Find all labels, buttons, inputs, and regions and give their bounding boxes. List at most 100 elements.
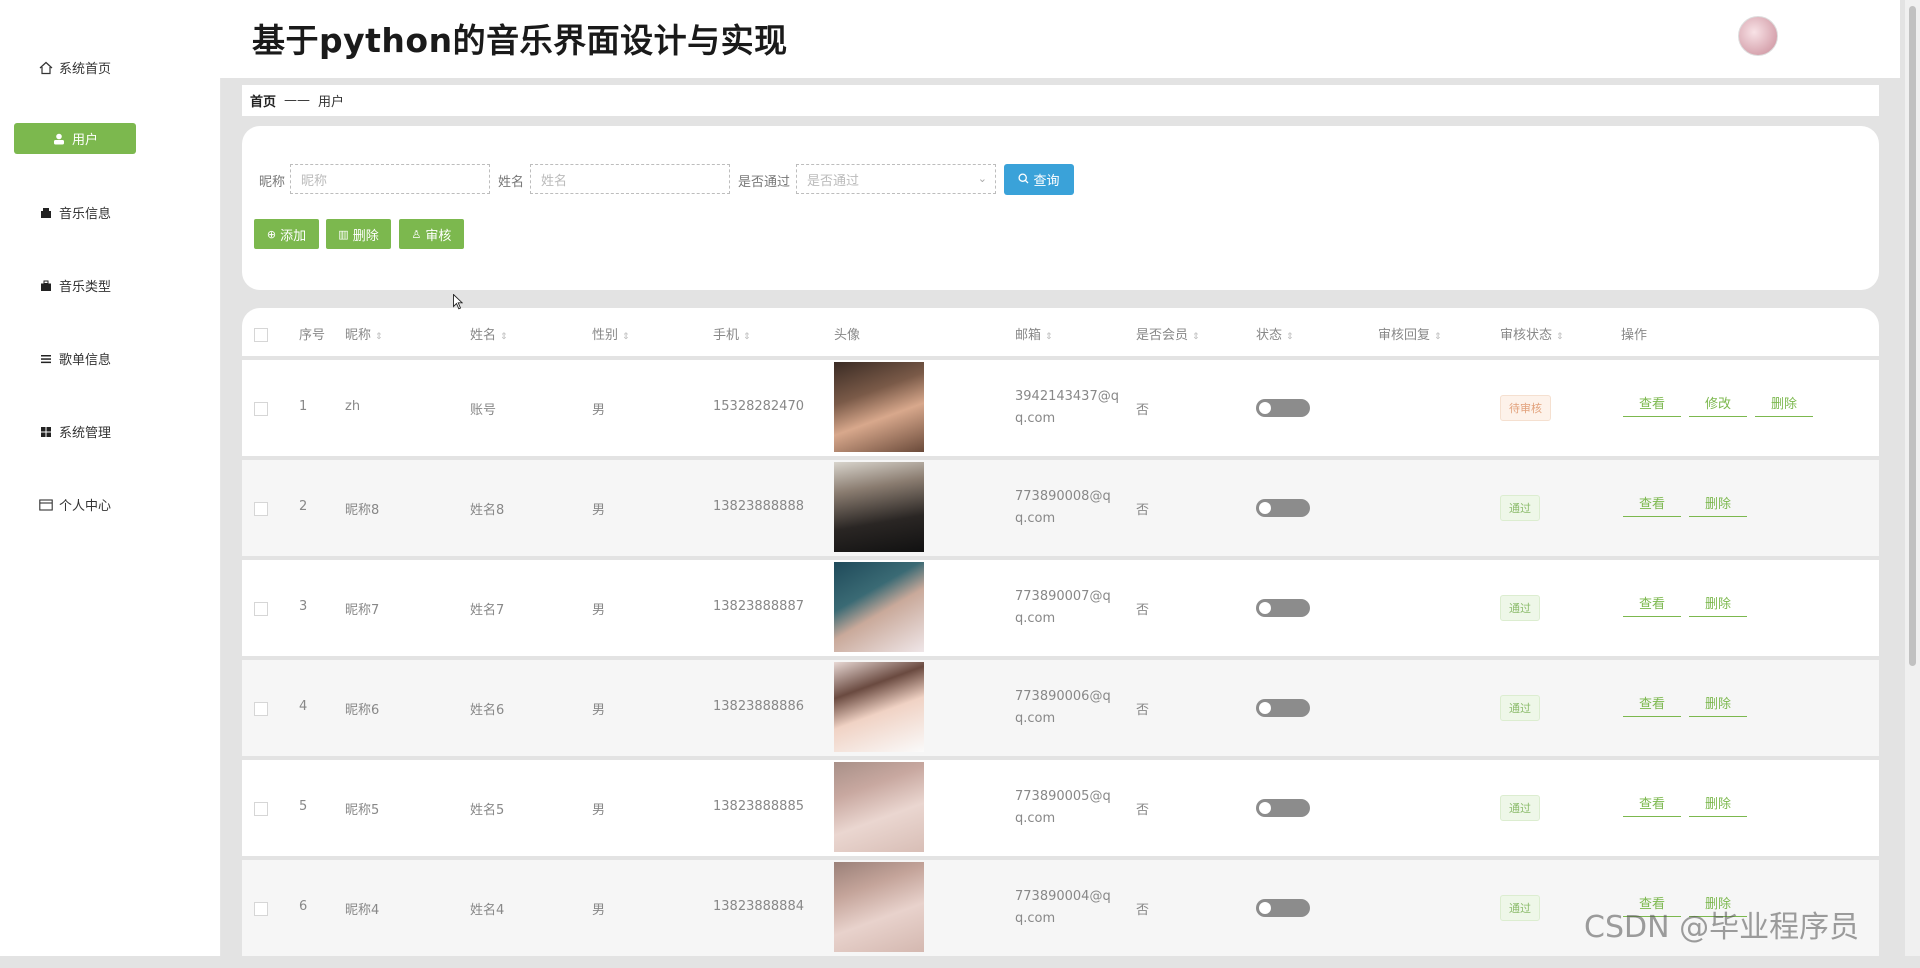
cell-email: 773890006@qq.com	[1015, 689, 1111, 726]
passed-select[interactable]: 是否通过 ⌄	[796, 164, 996, 194]
add-button[interactable]: ⊕ 添加	[254, 219, 319, 249]
col-status[interactable]: 状态 ⇕	[1256, 324, 1294, 343]
view-button[interactable]: 查看	[1623, 589, 1682, 617]
cell-gender: 男	[592, 903, 606, 918]
cell-email: 773890005@qq.com	[1015, 789, 1111, 826]
header: 基于python的音乐界面设计与实现	[220, 0, 1900, 78]
col-reply[interactable]: 审核回复 ⇕	[1378, 324, 1442, 343]
sidebar-item-playlist[interactable]: 歌单信息	[14, 343, 136, 374]
col-avatar: 头像	[834, 328, 861, 343]
avatar-image	[834, 362, 924, 452]
view-button[interactable]: 查看	[1623, 489, 1682, 517]
sidebar-item-music-type[interactable]: 音乐类型	[14, 270, 136, 301]
status-toggle[interactable]	[1256, 499, 1310, 517]
status-toggle[interactable]	[1256, 899, 1310, 917]
col-review-status[interactable]: 审核状态 ⇕	[1500, 324, 1564, 343]
scrollbar-thumb[interactable]	[1909, 6, 1916, 666]
avatar-image	[834, 662, 924, 752]
col-gender[interactable]: 性别 ⇕	[592, 324, 630, 343]
sidebar-item-user[interactable]: 用户	[14, 123, 136, 154]
cell-gender: 男	[592, 403, 606, 418]
name-input[interactable]: 姓名	[530, 164, 730, 194]
avatar[interactable]	[1738, 16, 1778, 56]
sidebar-item-label: 音乐类型	[58, 280, 111, 295]
row-delete-button[interactable]: 删除	[1689, 789, 1748, 817]
row-checkbox[interactable]	[254, 402, 268, 416]
cell-index: 1	[299, 399, 308, 414]
sort-icon: ⇕	[1192, 332, 1200, 342]
view-button[interactable]: 查看	[1623, 789, 1682, 817]
col-email[interactable]: 邮箱 ⇕	[1015, 324, 1053, 343]
edit-button[interactable]: 修改	[1689, 389, 1748, 417]
cell-nickname: 昵称7	[345, 603, 380, 618]
nickname-input[interactable]: 昵称	[290, 164, 490, 194]
sidebar-item-system[interactable]: 系统管理	[14, 416, 136, 447]
briefcase-icon	[39, 279, 53, 293]
sidebar-item-home[interactable]: 系统首页	[14, 52, 136, 83]
sidebar-item-music-info[interactable]: 音乐信息	[14, 197, 136, 228]
col-member[interactable]: 是否会员 ⇕	[1136, 324, 1200, 343]
view-button[interactable]: 查看	[1623, 389, 1682, 417]
cell-index: 6	[299, 899, 308, 914]
col-label: 邮箱	[1015, 328, 1042, 343]
chevron-down-icon: ⌄	[977, 172, 987, 185]
sort-icon: ⇕	[1434, 332, 1442, 342]
row-checkbox[interactable]	[254, 702, 268, 716]
review-button[interactable]: ♙ 审核	[399, 219, 464, 249]
plus-circle-icon: ⊕	[266, 227, 277, 241]
mouse-cursor-icon	[453, 294, 463, 310]
sidebar-item-profile[interactable]: 个人中心	[14, 489, 136, 520]
select-all-checkbox[interactable]	[254, 328, 268, 342]
col-name[interactable]: 姓名 ⇕	[470, 324, 508, 343]
delete-button[interactable]: ▥ 删除	[326, 219, 391, 249]
search-button[interactable]: 查询	[1004, 164, 1074, 195]
sort-icon: ⇕	[1045, 332, 1053, 342]
delete-button-label: 删除	[352, 228, 379, 244]
watermark: CSDN @毕业程序员	[1584, 910, 1860, 945]
home-icon	[39, 61, 53, 75]
card-icon	[39, 498, 53, 512]
scrollbar[interactable]	[1905, 0, 1920, 956]
cell-member: 否	[1136, 903, 1150, 918]
col-phone[interactable]: 手机 ⇕	[713, 324, 751, 343]
col-label: 姓名	[470, 328, 497, 343]
add-button-label: 添加	[280, 228, 307, 244]
cell-index: 3	[299, 599, 308, 614]
status-toggle[interactable]	[1256, 399, 1310, 417]
sidebar-item-label: 歌单信息	[58, 353, 111, 368]
row-delete-button[interactable]: 删除	[1689, 489, 1748, 517]
sidebar-item-label: 用户	[71, 133, 98, 148]
status-badge: 通过	[1500, 495, 1540, 521]
row-checkbox[interactable]	[254, 802, 268, 816]
sidebar-item-label: 系统首页	[58, 62, 111, 77]
avatar-image	[834, 862, 924, 952]
review-button-label: 审核	[425, 228, 452, 244]
row-delete-button[interactable]: 删除	[1755, 389, 1814, 417]
music-info-icon	[39, 206, 53, 220]
col-nickname[interactable]: 昵称 ⇕	[345, 324, 383, 343]
status-toggle[interactable]	[1256, 699, 1310, 717]
cell-phone: 13823888887	[713, 599, 804, 614]
view-button[interactable]: 查看	[1623, 689, 1682, 717]
status-toggle[interactable]	[1256, 599, 1310, 617]
cell-gender: 男	[592, 803, 606, 818]
avatar-image	[834, 562, 924, 652]
cell-email: 773890008@qq.com	[1015, 489, 1111, 526]
row-delete-button[interactable]: 删除	[1689, 689, 1748, 717]
cell-gender: 男	[592, 703, 606, 718]
name-placeholder: 姓名	[541, 173, 568, 189]
row-checkbox[interactable]	[254, 602, 268, 616]
breadcrumb-home[interactable]: 首页	[250, 91, 276, 110]
cell-member: 否	[1136, 603, 1150, 618]
row-checkbox[interactable]	[254, 902, 268, 916]
status-toggle[interactable]	[1256, 799, 1310, 817]
grid-icon	[39, 425, 53, 439]
sort-icon: ⇕	[375, 332, 383, 342]
row-checkbox[interactable]	[254, 502, 268, 516]
cell-name: 姓名5	[470, 803, 505, 818]
col-actions: 操作	[1621, 328, 1648, 343]
page-title: 基于python的音乐界面设计与实现	[252, 21, 788, 60]
table-row: 5 昵称5 姓名5 男 13823888885 773890005@qq.com…	[242, 760, 1879, 856]
row-delete-button[interactable]: 删除	[1689, 589, 1748, 617]
search-panel: 昵称 昵称 姓名 姓名 是否通过 是否通过 ⌄ 查询 ⊕ 添加 ▥ 删除 ♙ 审…	[242, 126, 1879, 290]
